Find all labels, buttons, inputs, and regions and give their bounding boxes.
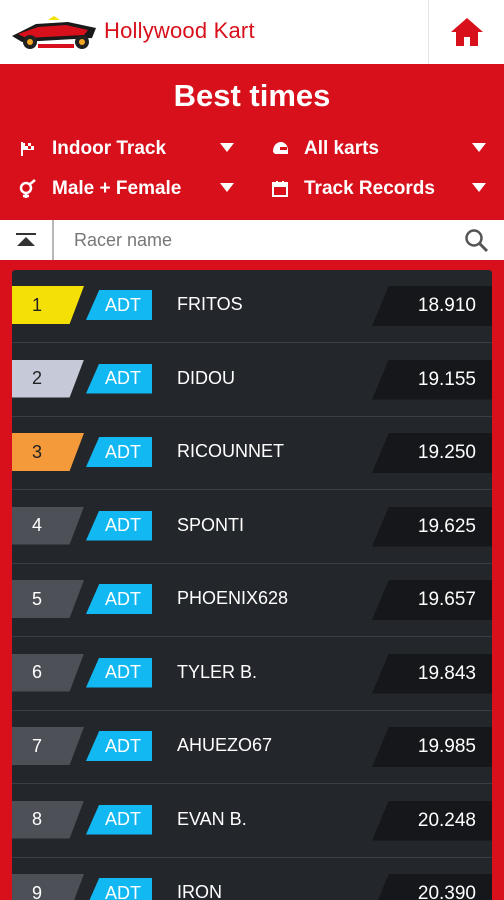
list-item[interactable]: 9 ADT IRON 20.390 bbox=[12, 858, 492, 900]
list-item[interactable]: 3 ADT RICOUNNET 19.250 bbox=[12, 417, 492, 490]
list-item[interactable]: 5 ADT PHOENIX628 19.657 bbox=[12, 564, 492, 637]
best-times-header: Best times Indoor Track All karts Male +… bbox=[0, 64, 504, 220]
kart-type-badge: ADT bbox=[86, 804, 152, 835]
kart-type-badge: ADT bbox=[86, 290, 152, 320]
track-filter[interactable]: Indoor Track bbox=[18, 134, 234, 164]
home-icon bbox=[450, 18, 483, 46]
position-badge: 8 bbox=[12, 800, 84, 839]
gender-filter-label: Male + Female bbox=[52, 178, 182, 199]
position-badge: 7 bbox=[12, 727, 84, 765]
search-bar bbox=[0, 220, 504, 260]
racer-name: PHOENIX628 bbox=[177, 588, 289, 608]
lap-time: 18.910 bbox=[372, 286, 492, 326]
hollywood-kart-logo[interactable] bbox=[8, 14, 102, 52]
karts-filter-label: All karts bbox=[304, 138, 379, 159]
lap-time: 20.390 bbox=[372, 874, 492, 900]
kart-type-badge: ADT bbox=[86, 437, 152, 467]
lap-time: 19.250 bbox=[372, 433, 492, 473]
position-badge: 5 bbox=[12, 580, 84, 618]
position-badge: 4 bbox=[12, 506, 84, 545]
flag-icon bbox=[18, 139, 38, 159]
position-badge: 9 bbox=[12, 874, 84, 900]
racer-name: RICOUNNET bbox=[177, 441, 284, 461]
kart-type-badge: ADT bbox=[86, 731, 152, 761]
period-filter-label: Track Records bbox=[304, 178, 435, 199]
kart-type-badge: ADT bbox=[86, 657, 152, 688]
position-badge: 2 bbox=[12, 359, 84, 398]
racer-name-input[interactable] bbox=[64, 224, 444, 256]
lap-time: 19.985 bbox=[372, 727, 492, 767]
position-badge: 6 bbox=[12, 653, 84, 692]
position-badge: 1 bbox=[12, 286, 84, 324]
list-item[interactable]: 4 ADT SPONTI 19.625 bbox=[12, 491, 492, 564]
lap-time: 19.657 bbox=[372, 580, 492, 620]
list-item[interactable]: 2 ADT DIDOU 19.155 bbox=[12, 344, 492, 417]
search-icon[interactable] bbox=[464, 228, 490, 254]
scroll-to-top-button[interactable] bbox=[0, 220, 54, 260]
page-title: Best times bbox=[173, 78, 331, 113]
lap-time: 20.248 bbox=[372, 800, 492, 841]
position-badge: 3 bbox=[12, 433, 84, 471]
kart-type-badge: ADT bbox=[86, 510, 152, 541]
chevron-down-icon bbox=[220, 183, 234, 192]
list-item[interactable]: 1 ADT FRITOS 18.910 bbox=[12, 270, 492, 343]
track-filter-label: Indoor Track bbox=[52, 138, 167, 159]
app-title: Hollywood Kart bbox=[104, 18, 255, 43]
home-button[interactable] bbox=[428, 0, 504, 64]
calendar-icon bbox=[270, 179, 290, 199]
gender-filter[interactable]: Male + Female bbox=[18, 174, 234, 204]
period-filter[interactable]: Track Records bbox=[270, 174, 486, 204]
helmet-icon bbox=[270, 139, 290, 159]
racer-name: AHUEZO67 bbox=[177, 735, 273, 755]
gender-icon bbox=[18, 179, 38, 199]
racer-name: FRITOS bbox=[177, 294, 243, 314]
kart-type-badge: ADT bbox=[86, 584, 152, 614]
list-item[interactable]: 7 ADT AHUEZO67 19.985 bbox=[12, 711, 492, 784]
chevron-down-icon bbox=[472, 143, 486, 152]
list-item[interactable]: 6 ADT TYLER B. 19.843 bbox=[12, 638, 492, 711]
kart-type-badge: ADT bbox=[86, 363, 152, 394]
chevron-down-icon bbox=[472, 183, 486, 192]
chevron-down-icon bbox=[220, 143, 234, 152]
racer-name: SPONTI bbox=[177, 514, 245, 535]
arrow-to-top-icon bbox=[16, 233, 36, 246]
kart-type-badge: ADT bbox=[86, 878, 152, 900]
lap-time: 19.625 bbox=[372, 506, 492, 547]
list-item[interactable]: 8 ADT EVAN B. 20.248 bbox=[12, 785, 492, 858]
racer-name: EVAN B. bbox=[177, 808, 247, 829]
lap-time: 19.843 bbox=[372, 653, 492, 694]
lap-time: 19.155 bbox=[372, 359, 492, 400]
karts-filter[interactable]: All karts bbox=[270, 134, 486, 164]
racer-name: DIDOU bbox=[177, 367, 235, 388]
racer-name: TYLER B. bbox=[177, 661, 258, 682]
racer-name: IRON bbox=[177, 882, 222, 900]
best-times-list: 1 ADT FRITOS 18.910 2 ADT DIDOU 19.155 3 ADT RICOU… bbox=[12, 270, 492, 900]
top-bar: Hollywood Kart bbox=[0, 0, 504, 64]
